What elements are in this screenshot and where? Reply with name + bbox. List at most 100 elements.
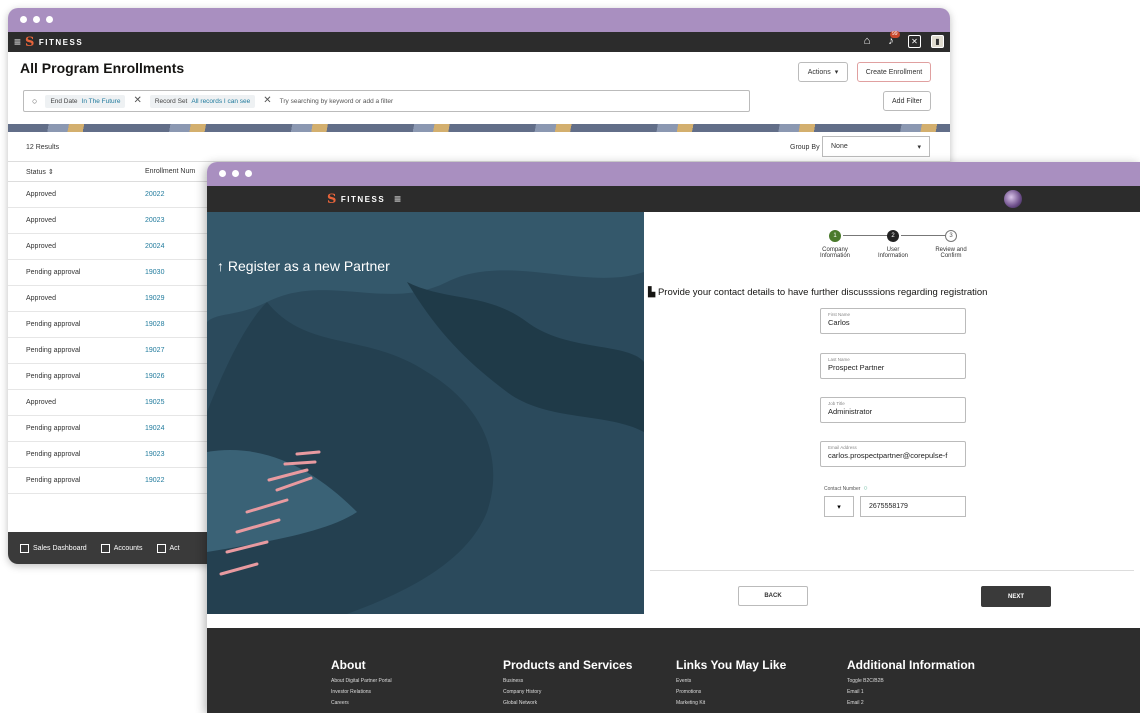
progress-stepper: 1 Company Information 2 User Information… [809,230,979,274]
enrollment-number-link[interactable]: 20022 [145,191,164,198]
status-cell: Approved [26,243,56,250]
footer-link[interactable]: Company History [503,689,632,695]
dashboard-icon [20,543,29,553]
nav-label: Sales Dashboard [33,544,87,552]
brand-mark-icon: S [327,191,338,207]
footer-link[interactable]: Email 2 [847,700,975,706]
enrollment-number-link[interactable]: 19024 [145,425,164,432]
next-button[interactable]: NEXT [981,586,1051,607]
table-row[interactable]: Pending approval 19026 [8,364,208,390]
brand-logo[interactable]: S FITNESS [25,36,83,49]
caret-down-icon: ▾ [917,143,921,151]
step-review-and-confirm[interactable]: 3 Review and Confirm [927,230,975,259]
help-icon[interactable]: ○ [863,485,867,492]
status-cell: Approved [26,399,56,406]
filter-name: Record Set [154,97,188,105]
column-header-status[interactable]: Status ⇕ [26,168,145,176]
enrollment-number-link[interactable]: 19026 [145,373,164,380]
actions-button[interactable]: Actions ▾ [798,62,848,82]
filter-chip[interactable]: Record Set All records I can see [149,94,256,108]
filter-chip[interactable]: End Date In The Future [45,94,126,108]
table-header: Status ⇕ Enrollment Num [8,162,208,182]
step-label: Information [877,253,908,259]
step-user-information[interactable]: 2 User Information [869,230,917,259]
footer-link[interactable]: Email 1 [847,689,975,695]
field-label: Last Name [828,357,850,362]
footer-link[interactable]: Careers [331,700,392,706]
apps-icon[interactable]: ✕ [908,34,921,48]
table-row[interactable]: Pending approval 19022 [8,468,208,494]
status-cell: Pending approval [26,477,81,484]
group-by-select[interactable]: None ▾ [822,136,930,157]
decorative-banner [8,124,950,132]
footer-link[interactable]: Business [503,678,632,684]
contact-label-text: Contact Number [824,485,861,492]
footer-link[interactable]: Global Network [503,700,632,706]
step-company-information[interactable]: 1 Company Information [811,230,859,259]
column-label: Status [26,168,46,176]
column-header-number[interactable]: Enrollment Num [145,168,195,175]
search-icon: ○ [32,96,38,106]
enrollment-number-link[interactable]: 19028 [145,321,164,328]
field-value: Prospect Partner [828,363,885,372]
first-name-field[interactable]: First Name Carlos [820,308,966,334]
enrollment-number-link[interactable]: 19030 [145,269,164,276]
table-row[interactable]: Approved 19025 [8,390,208,416]
sort-icon[interactable]: ⇕ [48,169,54,176]
footer-link[interactable]: Promotions [676,689,786,695]
enrollment-number-link[interactable]: 19029 [145,295,164,302]
table-row[interactable]: Pending approval 19024 [8,416,208,442]
window-controls[interactable] [20,16,53,23]
enrollment-number-link[interactable]: 19022 [145,477,164,484]
search-input[interactable]: Try searching by keyword or add a filter [280,98,394,105]
table-row[interactable]: Approved 20023 [8,208,208,234]
menu-icon[interactable]: ≡ [394,192,403,206]
status-cell: Pending approval [26,347,81,354]
footer-link[interactable]: About Digital Partner Portal [331,678,392,684]
status-cell: Pending approval [26,451,81,458]
table-row[interactable]: Approved 20024 [8,234,208,260]
menu-icon[interactable]: ≡ [14,36,21,48]
hero-title: ↑ Register as a new Partner [217,258,390,274]
footer-link[interactable]: Investor Relations [331,689,392,695]
back-button[interactable]: BACK [738,586,808,606]
avatar[interactable] [1004,190,1022,208]
country-code-select[interactable]: ▾ [824,496,854,517]
table-row[interactable]: Pending approval 19023 [8,442,208,468]
filter-value: All records I can see [191,97,251,105]
remove-filter-icon[interactable]: ✕ [133,96,141,106]
add-filter-button[interactable]: Add Filter [883,91,931,111]
footer-link[interactable]: Toggle B2C/B2B [847,678,975,684]
email-field[interactable]: Email Address carlos.prospectpartner@cor… [820,441,966,467]
filter-bar[interactable]: ○ End Date In The Future ✕ Record Set Al… [23,90,750,112]
form-description: ▙ Provide your contact details to have f… [648,287,987,298]
footer-link[interactable]: Marketing Kit [676,700,786,706]
table-row[interactable]: Pending approval 19027 [8,338,208,364]
form-description-text: Provide your contact details to have fur… [657,287,988,298]
job-title-field[interactable]: Job Title Administrator [820,397,966,423]
enrollment-number-link[interactable]: 19023 [145,451,164,458]
table-row[interactable]: Approved 20022 [8,182,208,208]
enrollment-number-link[interactable]: 19027 [145,347,164,354]
enrollment-number-link[interactable]: 20023 [145,217,164,224]
enrollment-number-link[interactable]: 19025 [145,399,164,406]
last-name-field[interactable]: Last Name Prospect Partner [820,353,966,379]
remove-filter-icon[interactable]: ✕ [263,96,271,106]
window-controls[interactable] [219,170,252,177]
nav-activities[interactable]: Act [156,543,180,553]
user-avatar-icon[interactable]: ▮ [931,34,944,48]
phone-input[interactable]: 2675558179 [860,496,966,517]
home-icon[interactable]: ⌂ [860,34,874,48]
enrollment-number-link[interactable]: 20024 [145,243,164,250]
results-toolbar: 12 Results Group By None ▾ [8,132,950,162]
brand-logo[interactable]: S FITNESS ≡ [327,192,403,206]
table-row[interactable]: Pending approval 19028 [8,312,208,338]
nav-sales-dashboard[interactable]: Sales Dashboard [20,543,87,553]
table-row[interactable]: Approved 19029 [8,286,208,312]
create-enrollment-button[interactable]: Create Enrollment [857,62,931,82]
table-row[interactable]: Pending approval 19030 [8,260,208,286]
field-value: Administrator [828,407,873,416]
notifications-icon[interactable]: ♪ 99 [884,31,900,48]
nav-accounts[interactable]: Accounts [100,543,143,553]
footer-link[interactable]: Events [676,678,786,684]
